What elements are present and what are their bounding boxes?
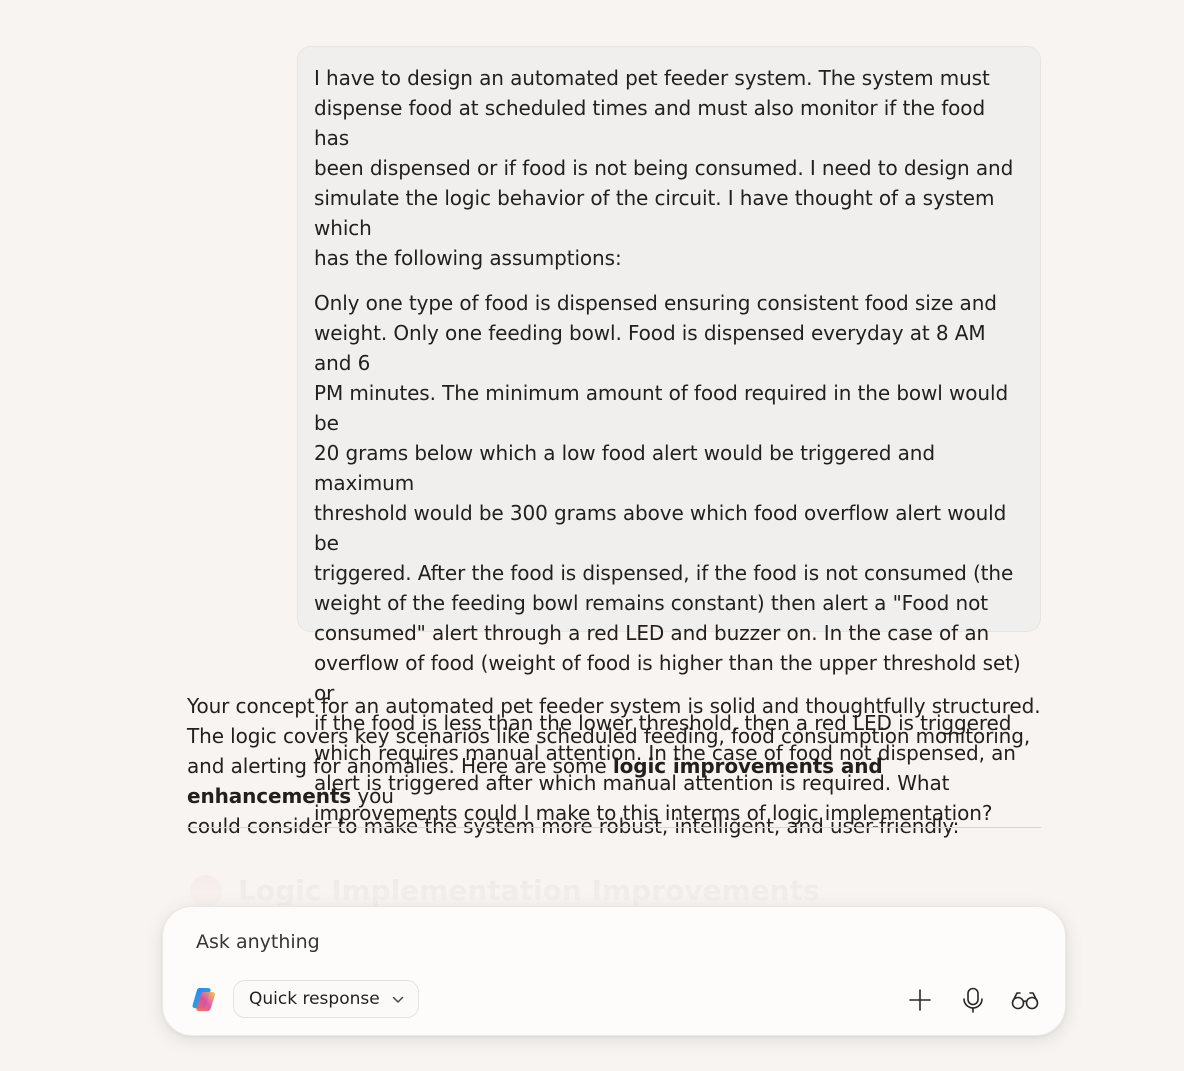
vision-button[interactable] <box>1008 983 1042 1017</box>
add-attachment-button[interactable] <box>903 983 937 1017</box>
microphone-icon <box>961 987 985 1013</box>
user-message-paragraph-1: I have to design an automated pet feeder… <box>314 66 1014 270</box>
user-message-bubble: I have to design an automated pet feeder… <box>297 46 1041 825</box>
message-composer: Quick response <box>162 906 1066 1036</box>
assistant-message: Your concept for an automated pet feeder… <box>187 691 1047 841</box>
faded-section-heading: Logic Implementation Improvements <box>190 874 820 907</box>
chevron-down-icon <box>392 989 404 1009</box>
section-divider <box>187 827 1041 828</box>
faded-heading-text: Logic Implementation Improvements <box>238 874 820 907</box>
section-emoji-icon <box>190 874 222 907</box>
ask-anything-input[interactable] <box>196 927 1016 957</box>
copilot-logo-icon <box>190 985 218 1013</box>
voice-input-button[interactable] <box>956 983 990 1017</box>
glasses-icon <box>1011 990 1039 1010</box>
response-mode-label: Quick response <box>249 989 380 1009</box>
response-mode-dropdown[interactable]: Quick response <box>233 980 419 1018</box>
plus-icon <box>908 988 932 1012</box>
